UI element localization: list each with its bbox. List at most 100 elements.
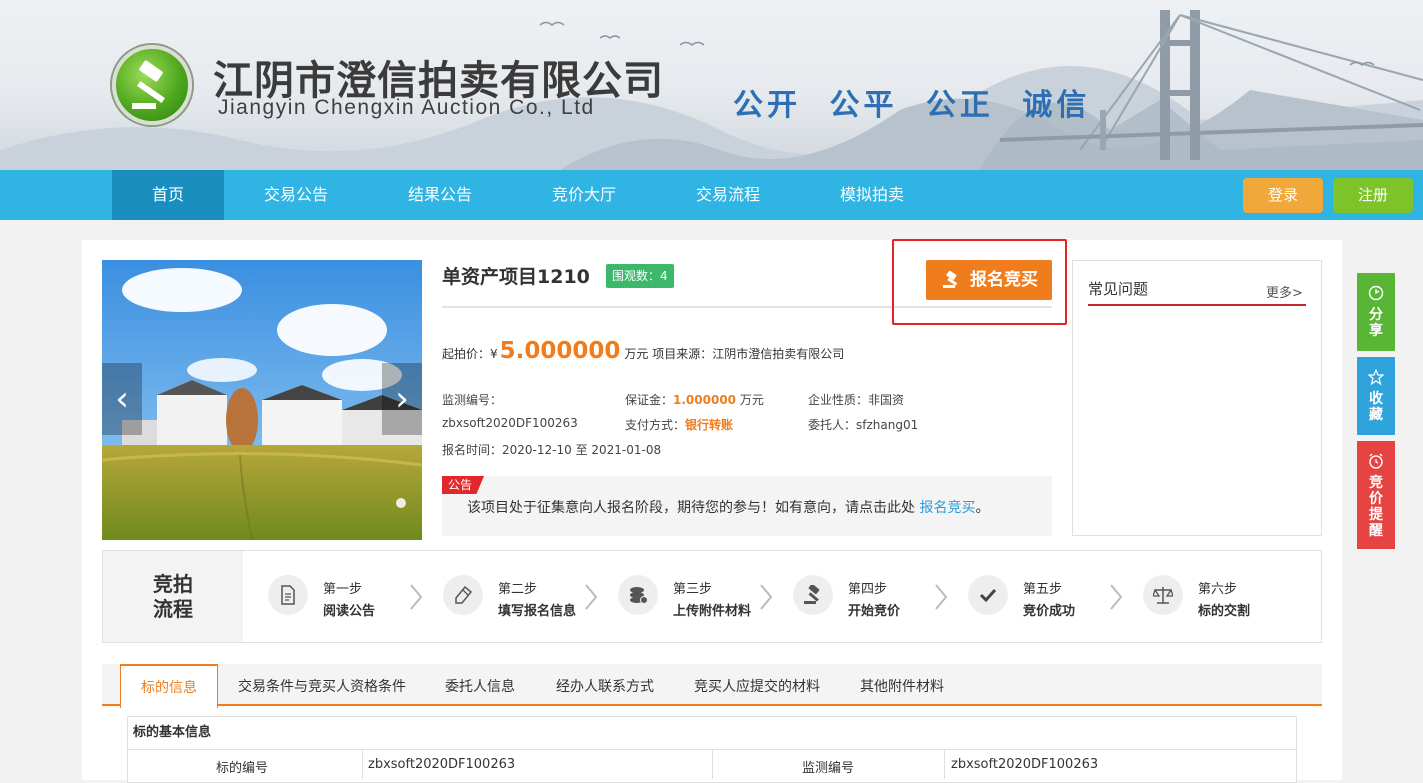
notice-message: 该项目处于征集意向人报名阶段，期待您的参与！如有意向，请点击此处 (467, 500, 920, 516)
price-line: 起拍价：¥5.000000 万元 项目来源：江阴市澄信拍卖有限公司 (442, 338, 844, 364)
notice-text: 该项目处于征集意向人报名阶段，期待您的参与！如有意向，请点击此处 报名竞买。 (467, 497, 989, 517)
faq-panel (1072, 260, 1322, 536)
photo-prev-button[interactable]: ‹ (102, 363, 142, 435)
chevron-right-icon (760, 584, 773, 610)
check-icon (979, 588, 997, 603)
monitor-no-label: 监测编号： (442, 393, 503, 407)
table-divider (362, 749, 363, 779)
faq-divider (1088, 304, 1306, 306)
consignor: 委托人：sfzhang01 (808, 416, 918, 433)
enterprise: 企业性质：非国资 (808, 391, 904, 408)
signup-bid-button[interactable]: 报名竞买 (926, 260, 1052, 300)
gavel-logo-icon (132, 60, 166, 109)
signup-time-value: 2020-12-10 至 2021-01-08 (502, 443, 662, 457)
currency-symbol: ¥ (490, 347, 498, 361)
item-photo-image (102, 260, 422, 540)
chevron-right-icon (585, 584, 598, 610)
tab-trade-conditions[interactable]: 交易条件与竞买人资格条件 (238, 676, 406, 696)
step-6-name: 标的交割 (1198, 604, 1251, 619)
chevron-right-icon (1110, 584, 1123, 610)
logo[interactable] (112, 45, 192, 125)
step-1-name: 阅读公告 (323, 604, 376, 619)
nav-trade-process[interactable]: 交易流程 (672, 170, 784, 220)
step-2-num: 第二步 (498, 582, 538, 597)
tab-item-info[interactable]: 标的信息 (120, 664, 218, 708)
step-1-icon-wrap (268, 575, 308, 615)
deposit: 保证金：1.000000 万元 (625, 391, 764, 408)
alarm-clock-icon (1369, 453, 1383, 469)
nav-home[interactable]: 首页 (112, 170, 224, 220)
site-header: 江阴市澄信拍卖有限公司 Jiangyin Chengxin Auction Co… (0, 0, 1423, 170)
tab-required-materials[interactable]: 竞买人应提交的材料 (694, 676, 820, 696)
step-3-icon-wrap (618, 575, 658, 615)
step-5-name: 竞价成功 (1023, 604, 1076, 619)
document-icon (281, 585, 295, 605)
tab-agent-contact[interactable]: 经办人联系方式 (556, 676, 654, 696)
favorite-label: 收藏 (1369, 391, 1383, 423)
notice-signup-link[interactable]: 报名竞买 (919, 500, 975, 516)
step-4-num: 第四步 (848, 582, 888, 597)
step-2-icon-wrap (443, 575, 483, 615)
step-3-name: 上传附件材料 (673, 604, 752, 619)
process-label: 竞拍 流程 (103, 551, 243, 642)
signup-time-label: 报名时间： (442, 443, 503, 457)
star-icon (1368, 369, 1384, 385)
payment-value: 银行转账 (685, 418, 734, 432)
bid-remind-button[interactable]: 竞价提醒 (1357, 441, 1395, 549)
item-no-label: 标的编号 (216, 761, 269, 776)
price-unit-source: 万元 项目来源：江阴市澄信拍卖有限公司 (624, 347, 845, 361)
share-icon (1368, 285, 1384, 301)
table-divider (712, 749, 713, 779)
gavel-icon (943, 271, 958, 288)
photo-next-button[interactable]: › (382, 363, 422, 435)
nav-bidding-hall[interactable]: 竞价大厅 (528, 170, 640, 220)
share-button[interactable]: 分享 (1357, 273, 1395, 351)
consignor-value: sfzhang01 (856, 418, 919, 432)
enterprise-value: 非国资 (868, 393, 905, 407)
gavel-icon (804, 585, 820, 604)
payment-label: 支付方式： (625, 418, 686, 432)
monitor-no-value: zbxsoft2020DF100263 (442, 416, 578, 430)
step-6-num: 第六步 (1198, 582, 1238, 597)
process-label-line1: 竞拍 (153, 572, 193, 596)
step-3-num: 第三步 (673, 582, 713, 597)
chevron-right-icon (410, 584, 423, 610)
view-count-badge: 围观数：4 (606, 264, 674, 288)
login-button[interactable]: 登录 (1243, 178, 1323, 213)
table-divider (944, 749, 945, 779)
enterprise-label: 企业性质： (808, 393, 869, 407)
share-label: 分享 (1369, 307, 1383, 339)
signup-bid-label: 报名竞买 (970, 270, 1038, 290)
step-1-num: 第一步 (323, 582, 363, 597)
faq-title: 常见问题 (1088, 280, 1149, 298)
deposit-label: 保证金： (625, 393, 674, 407)
main-nav: 首页 交易公告 结果公告 竞价大厅 交易流程 模拟拍卖 登录 注册 (0, 170, 1423, 220)
consignor-label: 委托人： (808, 418, 857, 432)
deposit-value: 1.000000 (673, 393, 737, 407)
tab-consignor-info[interactable]: 委托人信息 (445, 676, 515, 696)
signup-time: 报名时间：2020-12-10 至 2021-01-08 (442, 441, 661, 458)
step-4-name: 开始竞价 (848, 604, 901, 619)
favorite-button[interactable]: 收藏 (1357, 357, 1395, 435)
start-price-value: 5.000000 (499, 338, 621, 364)
start-price-label: 起拍价： (442, 347, 491, 361)
faq-more-link[interactable]: 更多> (1266, 282, 1303, 301)
slogan: 公开 公平 公正 诚信 (733, 88, 1091, 123)
nav-mock-auction[interactable]: 模拟拍卖 (816, 170, 928, 220)
deposit-unit: 万元 (739, 393, 764, 407)
item-photo[interactable] (102, 260, 422, 540)
nav-trade-notice[interactable]: 交易公告 (240, 170, 352, 220)
chevron-right-icon: › (395, 379, 409, 419)
chevron-right-icon (935, 584, 948, 610)
chevron-left-icon: ‹ (115, 379, 129, 419)
process-label-line2: 流程 (153, 597, 193, 621)
carousel-dot[interactable] (396, 498, 406, 508)
tab-other-attachments[interactable]: 其他附件材料 (860, 676, 944, 696)
step-5-icon-wrap (968, 575, 1008, 615)
step-4-icon-wrap (793, 575, 833, 615)
pencil-icon (455, 585, 473, 604)
register-button[interactable]: 注册 (1333, 178, 1413, 213)
coins-icon (630, 587, 648, 604)
bid-remind-label: 竞价提醒 (1369, 475, 1383, 539)
nav-result-notice[interactable]: 结果公告 (384, 170, 496, 220)
